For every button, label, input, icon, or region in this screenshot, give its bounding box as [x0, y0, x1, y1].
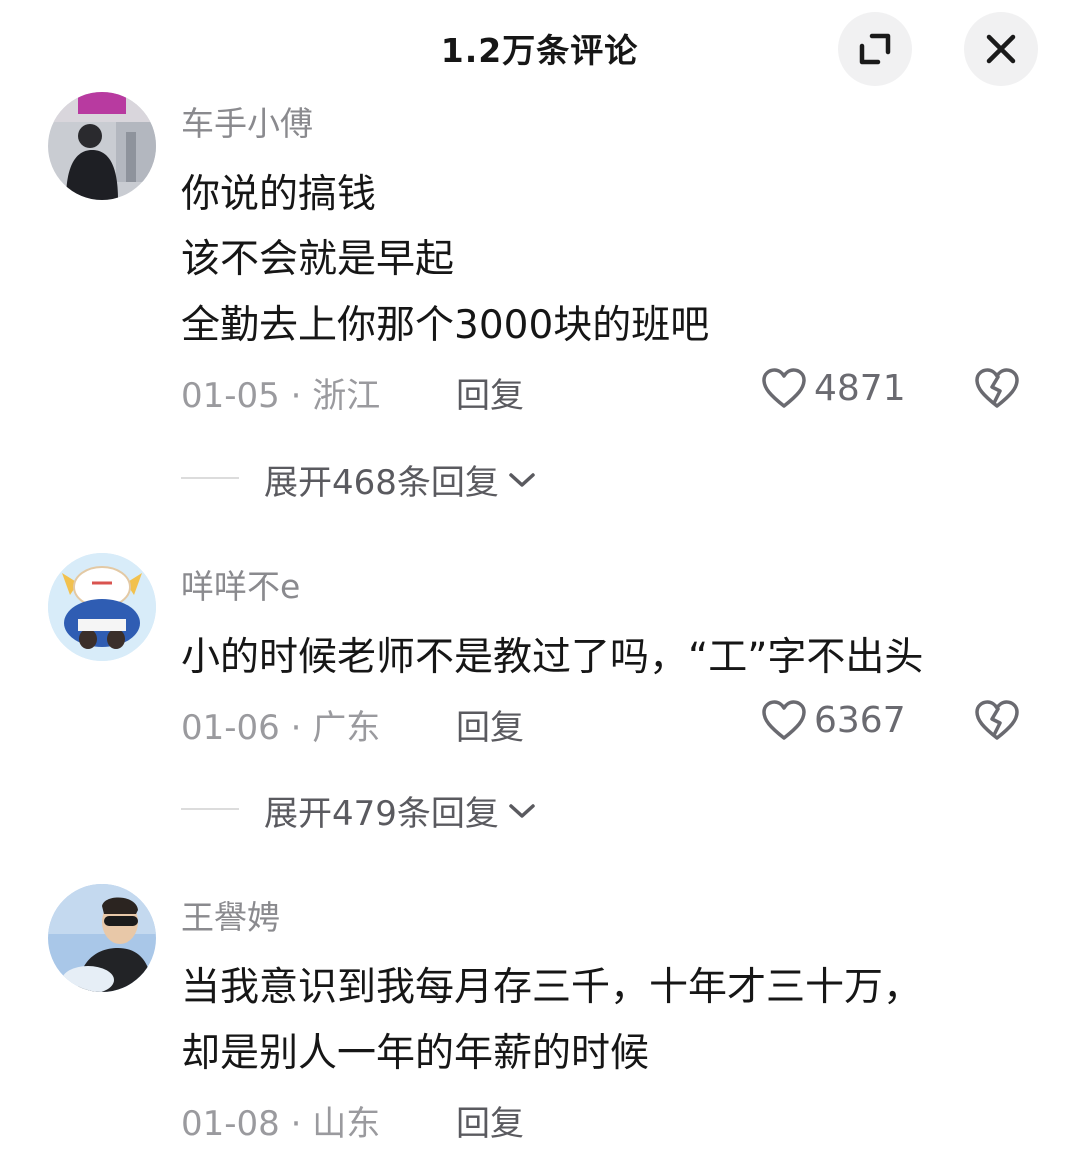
expand-replies-label: 展开479条回复: [264, 794, 499, 834]
like-button[interactable]: 6367: [760, 698, 906, 742]
expand-replies-button[interactable]: 展开468条回复: [264, 455, 537, 504]
comment-username[interactable]: 王譽娉: [181, 891, 280, 939]
reply-button[interactable]: 回复: [456, 368, 524, 417]
comment-date-location: 01-05 · 浙江: [181, 376, 381, 416]
comment-text-line: 小的时候老师不是教过了吗，“工”字不出头: [181, 635, 924, 680]
comment-date-location: 01-06 · 广东: [181, 708, 381, 748]
heart-icon: [762, 368, 806, 408]
expand-replies-button[interactable]: 展开479条回复: [264, 786, 537, 835]
close-icon: [986, 34, 1016, 64]
divider: [181, 477, 239, 479]
reply-button[interactable]: 回复: [456, 700, 524, 749]
chevron-down-icon: [509, 472, 535, 487]
comment-username[interactable]: 车手小傅: [181, 97, 313, 145]
close-button[interactable]: [964, 12, 1038, 86]
like-count: 6367: [814, 699, 906, 741]
dislike-button[interactable]: [972, 366, 1022, 414]
dislike-button[interactable]: [972, 698, 1022, 746]
comments-count-title: 1.2万条评论: [440, 31, 639, 70]
comment-username[interactable]: 咩咩不e: [181, 560, 300, 608]
chevron-down-icon: [509, 803, 535, 818]
avatar[interactable]: [48, 92, 156, 200]
divider: [181, 808, 239, 810]
like-button[interactable]: 4871: [760, 366, 906, 410]
like-count: 4871: [814, 367, 906, 409]
comment-text-line: 该不会就是早起: [181, 237, 455, 282]
heart-icon: [762, 700, 806, 740]
reply-button[interactable]: 回复: [456, 1096, 524, 1145]
comments-header: 1.2万条评论: [0, 0, 1079, 95]
avatar[interactable]: [48, 553, 156, 661]
broken-heart-icon: [975, 368, 1019, 408]
comment-text-line: 全勤去上你那个3000块的班吧: [181, 303, 710, 348]
comment-text-line: 却是别人一年的年薪的时候: [181, 1031, 650, 1076]
comment-text-line: 你说的搞钱: [181, 172, 377, 217]
comment-text-line: 当我意识到我每月存三千，十年才三十万，: [181, 965, 923, 1010]
expand-button[interactable]: [838, 12, 912, 86]
broken-heart-icon: [975, 700, 1019, 740]
comment-date-location: 01-08 · 山东: [181, 1104, 381, 1144]
expand-replies-label: 展开468条回复: [264, 463, 499, 503]
expand-icon: [859, 33, 891, 65]
avatar[interactable]: [48, 884, 156, 992]
